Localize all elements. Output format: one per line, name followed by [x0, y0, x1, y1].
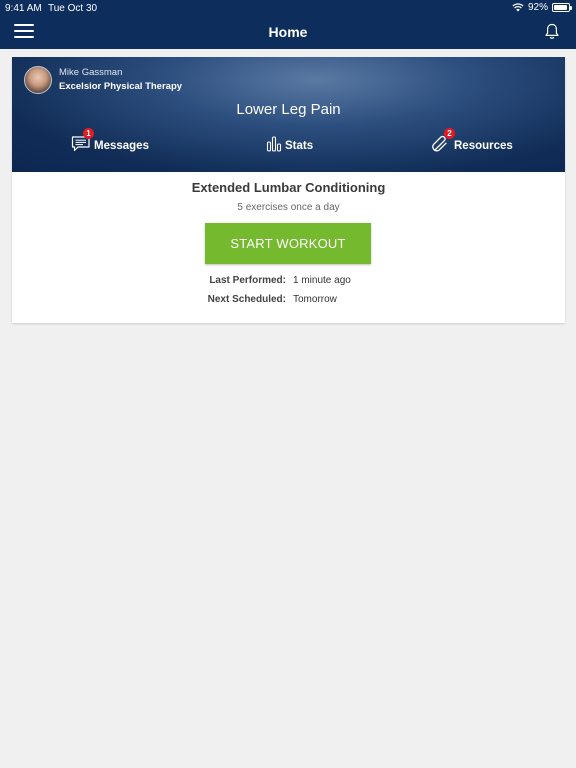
last-performed-label: Last Performed: [209, 275, 286, 286]
last-performed-value: 1 minute ago [293, 275, 351, 286]
status-bar: 9:41 AM Tue Oct 30 92% [0, 0, 576, 16]
messages-badge: 1 [83, 128, 94, 139]
next-scheduled-label: Next Scheduled: [207, 294, 286, 305]
stats-link[interactable]: Stats [266, 135, 313, 156]
battery-percent: 92% [527, 2, 548, 13]
status-date: Tue Oct 30 [48, 3, 98, 14]
battery-icon [552, 3, 572, 12]
battery-fill [554, 5, 567, 10]
paperclip-icon: 2 [431, 128, 455, 156]
clinic-name: Excelsior Physical Therapy [59, 81, 183, 92]
start-workout-button[interactable]: START WORKOUT [205, 223, 371, 264]
messages-label: Messages [94, 139, 149, 152]
next-scheduled-value: Tomorrow [293, 294, 337, 305]
plan-links: 1 Messages Stats 2 Resources [12, 128, 565, 157]
chat-icon: 1 [71, 128, 94, 156]
bar-chart-icon [266, 135, 282, 156]
therapist-name: Mike Gassman [59, 67, 123, 78]
page-title: Home [268, 24, 308, 40]
plan-header: Mike Gassman Excelsior Physical Therapy … [12, 57, 565, 172]
plan-card: Mike Gassman Excelsior Physical Therapy … [12, 57, 565, 323]
resources-link[interactable]: 2 Resources [431, 128, 513, 156]
stats-label: Stats [285, 139, 314, 152]
status-time: 9:41 AM [5, 3, 42, 14]
top-bar: 9:41 AM Tue Oct 30 92% Home [0, 0, 576, 49]
workout-subtitle: 5 exercises once a day [237, 202, 340, 213]
resources-badge: 2 [444, 128, 455, 139]
status-indicators: 92% [512, 2, 572, 13]
condition-title: Lower Leg Pain [236, 101, 341, 118]
messages-link[interactable]: 1 Messages [71, 128, 149, 156]
workout-title: Extended Lumbar Conditioning [191, 180, 386, 195]
bell-icon[interactable] [544, 23, 560, 45]
wifi-icon [512, 3, 524, 12]
avatar [24, 66, 52, 94]
resources-label: Resources [454, 139, 513, 152]
